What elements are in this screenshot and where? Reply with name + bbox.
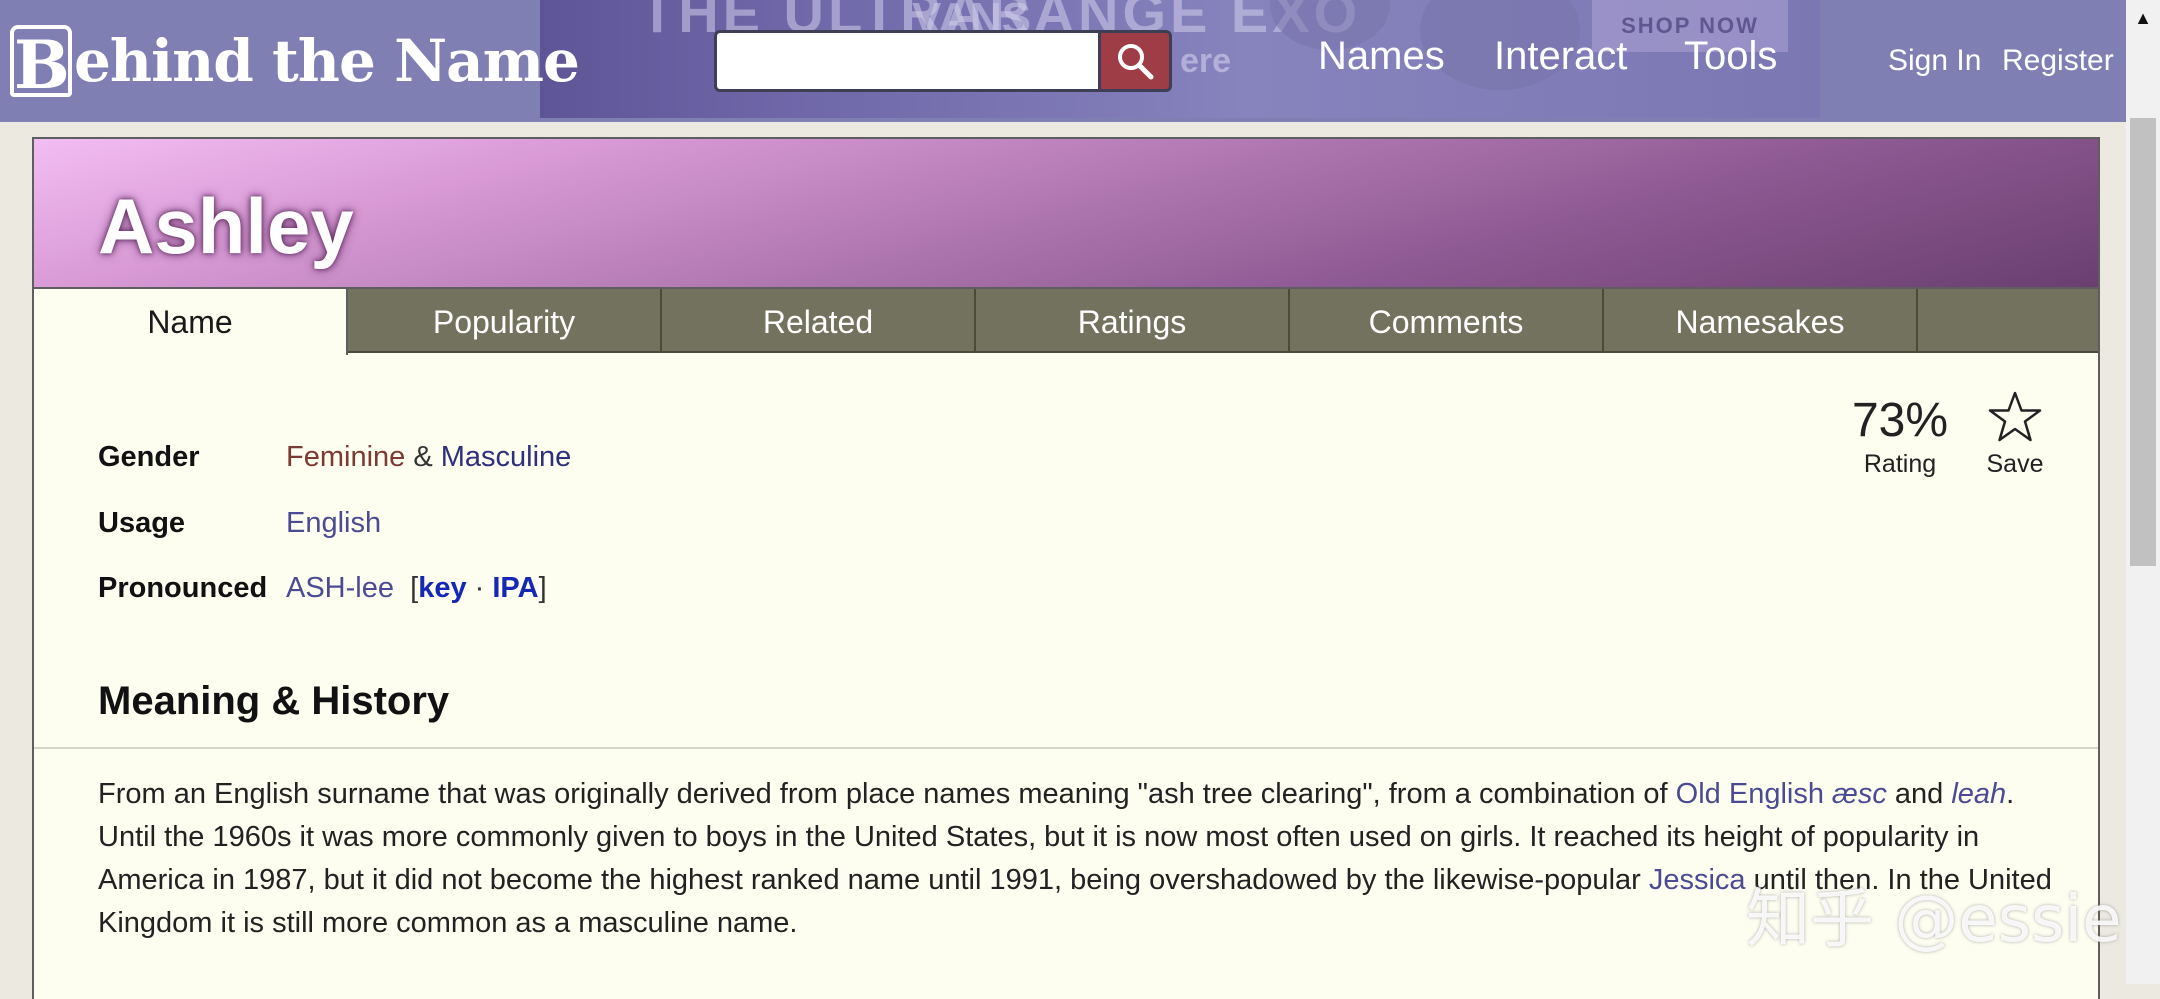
rating-label: Rating <box>1863 450 1937 478</box>
gender-value: Feminine & Masculine <box>286 441 571 474</box>
ad-partial-text: ere <box>1180 42 1232 80</box>
watermark: 知乎 @essie <box>1746 883 2122 957</box>
pronounced-label: Pronounced <box>98 572 268 604</box>
register-link[interactable]: Register <box>2002 44 2114 78</box>
name-header-banner: Ashley <box>34 139 2098 287</box>
gender-separator: & <box>413 441 433 473</box>
search-icon <box>1118 44 1154 80</box>
tab-comments[interactable]: Comments <box>1290 289 1604 351</box>
close-bracket: ] <box>538 572 547 604</box>
tab-bar: Name Popularity Related Ratings Comments… <box>34 287 2098 355</box>
meaning-history-heading: Meaning & History <box>98 679 450 723</box>
save-button[interactable]: Save <box>1970 391 2060 479</box>
tab-related[interactable]: Related <box>662 289 976 351</box>
pronunciation-text: ASH-lee <box>286 572 394 604</box>
gender-feminine-link[interactable]: Feminine <box>286 441 405 473</box>
vertical-scrollbar[interactable]: ▲ <box>2126 0 2160 984</box>
tab-popularity[interactable]: Popularity <box>348 289 662 351</box>
gender-label: Gender <box>98 441 200 473</box>
logo-initial: B <box>10 25 72 101</box>
history-text-2: and <box>1886 778 1952 810</box>
logo-text: ehind the Name <box>74 27 580 95</box>
section-divider <box>34 747 2098 749</box>
nav-names[interactable]: Names <box>1318 34 1445 79</box>
open-bracket: [ <box>410 572 419 604</box>
site-logo[interactable]: B ehind the Name <box>10 16 580 106</box>
rating-value: 73% <box>1851 394 1949 447</box>
nav-interact[interactable]: Interact <box>1494 34 1627 79</box>
usage-english-link[interactable]: English <box>286 507 381 540</box>
tab-ratings[interactable]: Ratings <box>976 289 1290 351</box>
save-label: Save <box>1986 450 2044 478</box>
history-text-1: From an English surname that was origina… <box>98 778 1676 810</box>
word-leah-link[interactable]: leah <box>1951 778 2006 810</box>
page-title: Ashley <box>98 182 354 270</box>
rating-widget[interactable]: 73% Rating <box>1840 393 1960 479</box>
search-input[interactable] <box>714 30 1100 92</box>
pronunciation-ipa-link[interactable]: IPA <box>492 572 538 604</box>
old-english-link[interactable]: Old English <box>1676 778 1824 810</box>
pronunciation-separator: · <box>474 572 485 604</box>
tab-name[interactable]: Name <box>34 289 348 355</box>
word-aesc: æsc <box>1832 778 1887 810</box>
scroll-up-arrow-icon[interactable]: ▲ <box>2126 0 2160 36</box>
gender-masculine-link[interactable]: Masculine <box>441 441 572 473</box>
pronunciation-key-link[interactable]: key <box>418 572 466 604</box>
top-navigation-bar: THE ULTRARANGE EXO VANS ere SHOP NOW B e… <box>0 0 2160 122</box>
pronunciation-value: ASH-lee [key · IPA] <box>286 572 547 605</box>
usage-label: Usage <box>98 507 186 539</box>
tab-namesakes[interactable]: Namesakes <box>1604 289 1918 351</box>
scrollbar-thumb[interactable] <box>2130 118 2156 566</box>
nav-tools[interactable]: Tools <box>1684 34 1777 79</box>
sign-in-link[interactable]: Sign In <box>1888 44 1981 78</box>
star-icon <box>1988 391 2042 442</box>
jessica-link[interactable]: Jessica <box>1649 864 1746 896</box>
search-button[interactable] <box>1098 30 1172 92</box>
